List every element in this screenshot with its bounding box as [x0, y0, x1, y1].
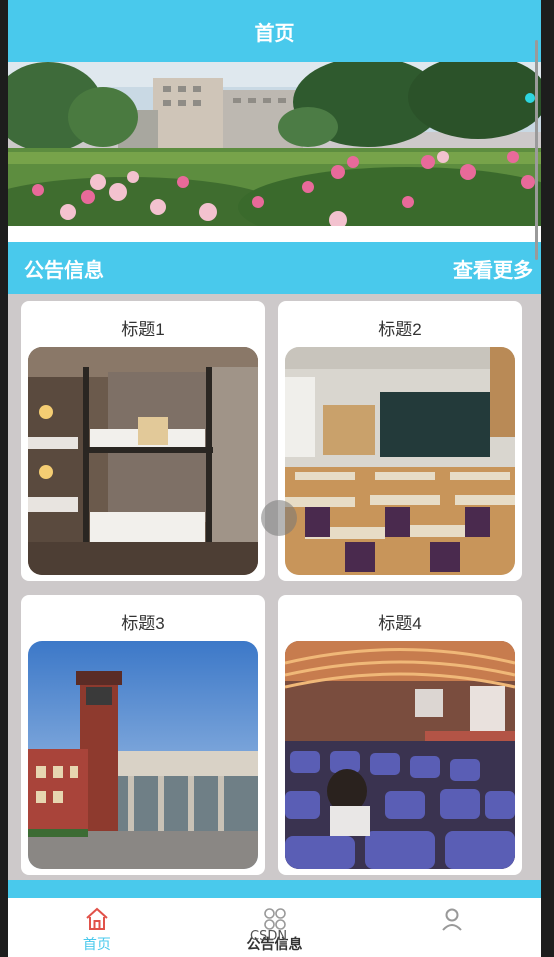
announcement-card[interactable]: 标题1 — [21, 301, 265, 581]
bottom-tab-bar: 首页 公告信息 — [8, 898, 541, 957]
announcement-card[interactable]: 标题4 — [278, 595, 522, 875]
building-photo[interactable] — [28, 641, 258, 869]
banner-gap — [8, 226, 541, 242]
app-screen: 首页 公告信息 查看更多 标题1 标题2 标题3 标题4 首页 公告信息 CSD… — [8, 0, 541, 957]
view-more-link[interactable]: 查看更多 — [453, 254, 533, 283]
watermark-text: CSDN — [250, 929, 288, 944]
tab-profile[interactable] — [363, 898, 541, 957]
tab-announcements[interactable]: 公告信息 — [186, 898, 364, 957]
campus-garden-photo — [8, 62, 541, 226]
card-title: 标题3 — [121, 614, 165, 633]
carousel-indicator-dot[interactable] — [525, 93, 535, 103]
classroom-photo[interactable] — [285, 347, 515, 575]
page-header: 首页 — [8, 0, 541, 62]
dormitory-photo[interactable] — [28, 347, 258, 575]
tab-home[interactable]: 首页 — [8, 898, 186, 957]
announcement-section-header: 公告信息 查看更多 — [8, 242, 541, 294]
scrollbar-track[interactable] — [541, 0, 554, 957]
floating-drag-handle[interactable] — [261, 500, 297, 536]
scrollbar-thumb[interactable] — [535, 40, 538, 260]
tab-home-label: 首页 — [82, 936, 111, 952]
card-title: 标题1 — [121, 320, 165, 339]
tabbar-top-stripe — [8, 880, 541, 898]
lecture-hall-photo[interactable] — [285, 641, 515, 869]
announcement-card[interactable]: 标题2 — [278, 301, 522, 581]
user-icon — [442, 908, 462, 931]
card-title: 标题2 — [378, 320, 422, 339]
banner-carousel[interactable] — [8, 62, 541, 226]
section-title: 公告信息 — [24, 259, 104, 282]
page-title: 首页 — [254, 22, 295, 45]
home-icon — [86, 907, 108, 930]
announcement-card[interactable]: 标题3 — [21, 595, 265, 875]
card-title: 标题4 — [378, 614, 422, 633]
